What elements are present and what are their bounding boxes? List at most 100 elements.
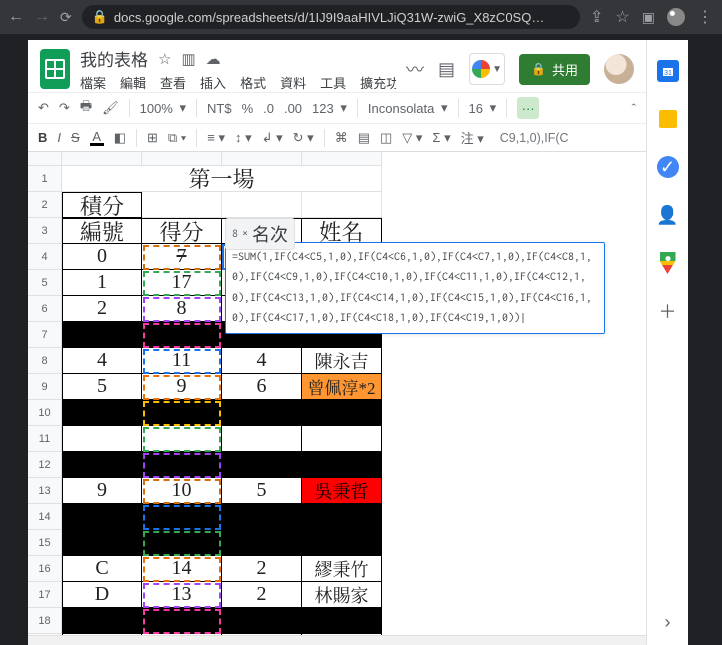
font-select[interactable]: Inconsolata ▾	[368, 100, 448, 116]
reload-button[interactable]: ⟳	[60, 9, 72, 26]
cell[interactable]: 11	[142, 348, 222, 374]
formula-editor-popup[interactable]: =SUM(1,IF(C4<C5,1,0),IF(C4<C6,1,0),IF(C4…	[225, 242, 605, 334]
cell[interactable]: 曾佩淳*2	[302, 374, 382, 400]
sheets-logo-icon[interactable]	[40, 49, 70, 89]
cell[interactable]	[62, 634, 142, 635]
cell[interactable]: 得分	[142, 218, 222, 244]
h-align-button[interactable]: ≡ ▾	[207, 130, 225, 146]
chart-button[interactable]: ◫	[380, 130, 392, 146]
cell[interactable]	[302, 504, 382, 530]
cell[interactable]	[62, 608, 142, 634]
cell[interactable]	[142, 426, 222, 452]
cell[interactable]: 8	[142, 296, 222, 322]
cell[interactable]	[222, 530, 302, 556]
row-header[interactable]: 9	[28, 374, 62, 400]
cell[interactable]: 13	[142, 582, 222, 608]
cell[interactable]: 4	[62, 348, 142, 374]
cell[interactable]: 林賜家	[302, 582, 382, 608]
cell[interactable]	[222, 400, 302, 426]
cell[interactable]	[302, 608, 382, 634]
v-align-button[interactable]: ↕ ▾	[235, 130, 252, 146]
rotate-button[interactable]: ↻ ▾	[293, 130, 314, 146]
menu-file[interactable]: 檔案	[80, 73, 106, 92]
cell[interactable]	[302, 452, 382, 478]
number-format-button[interactable]: 123 ▾	[312, 100, 347, 116]
cell[interactable]: 0	[62, 244, 142, 270]
cell[interactable]: 17	[142, 270, 222, 296]
collapse-rail-button[interactable]: ›	[657, 611, 679, 633]
menu-edit[interactable]: 編輯	[120, 73, 146, 92]
cell[interactable]	[222, 426, 302, 452]
cell[interactable]	[62, 504, 142, 530]
cell[interactable]: 9	[62, 478, 142, 504]
select-all-corner[interactable]	[28, 152, 62, 166]
share-button[interactable]: 🔒 共用	[519, 54, 590, 85]
row-header[interactable]: 12	[28, 452, 62, 478]
cell[interactable]: 姓名	[302, 218, 382, 244]
star-icon[interactable]: ☆	[158, 50, 171, 68]
translate-icon[interactable]: ⇪	[590, 7, 603, 27]
strike-button[interactable]: S	[71, 130, 80, 145]
percent-button[interactable]: %	[242, 101, 254, 116]
cell[interactable]: 5	[222, 478, 302, 504]
cell[interactable]: C	[62, 556, 142, 582]
back-button[interactable]: ←	[8, 8, 24, 26]
italic-button[interactable]: I	[57, 130, 61, 145]
cell[interactable]	[62, 426, 142, 452]
horizontal-scrollbar[interactable]	[28, 635, 646, 645]
cell[interactable]	[142, 530, 222, 556]
add-addon-button[interactable]: ＋	[657, 300, 679, 322]
cell[interactable]: 10	[142, 478, 222, 504]
cell[interactable]	[302, 634, 382, 635]
more-tools-button[interactable]: ···	[517, 97, 539, 119]
decrease-decimal-button[interactable]: .0	[263, 101, 274, 116]
account-avatar[interactable]	[604, 54, 634, 84]
row-header[interactable]: 14	[28, 504, 62, 530]
maps-icon[interactable]	[657, 252, 679, 274]
fill-color-button[interactable]: ◧	[114, 130, 126, 146]
row-header[interactable]: 1	[28, 166, 62, 192]
keep-icon[interactable]	[657, 108, 679, 130]
row-header[interactable]: 10	[28, 400, 62, 426]
menu-view[interactable]: 查看	[160, 73, 186, 92]
cell[interactable]	[302, 530, 382, 556]
cell[interactable]	[62, 400, 142, 426]
currency-button[interactable]: NT$	[207, 101, 232, 116]
cell[interactable]	[302, 426, 382, 452]
calendar-icon[interactable]: 31	[657, 60, 679, 82]
borders-button[interactable]: ⊞	[147, 130, 158, 146]
link-button[interactable]: ⌘	[335, 130, 348, 146]
cell[interactable]: 編號	[62, 218, 142, 244]
text-color-button[interactable]: A	[90, 130, 104, 146]
cell[interactable]	[62, 452, 142, 478]
menu-ext[interactable]: 擴充功能	[360, 73, 396, 92]
cell[interactable]: 14	[142, 556, 222, 582]
cell[interactable]	[302, 400, 382, 426]
cell[interactable]	[142, 400, 222, 426]
meet-button[interactable]: ▼	[469, 53, 505, 85]
cell[interactable]: 1	[62, 270, 142, 296]
row-header[interactable]: 2	[28, 192, 62, 218]
collapse-toolbar-button[interactable]: ˆ	[632, 101, 636, 116]
star-icon[interactable]: ☆	[615, 7, 629, 27]
undo-button[interactable]: ↶	[38, 100, 49, 116]
ime-button[interactable]: 注 ▾	[461, 128, 484, 147]
cell[interactable]: 7	[142, 244, 222, 270]
menu-tools[interactable]: 工具	[320, 73, 346, 92]
row-header[interactable]: 17	[28, 582, 62, 608]
cell[interactable]: D	[62, 582, 142, 608]
menu-data[interactable]: 資料	[280, 73, 306, 92]
row-header[interactable]: 6	[28, 296, 62, 322]
doc-title[interactable]: 我的表格	[80, 46, 148, 71]
extensions-icon[interactable]: ▣	[642, 9, 655, 26]
row-header[interactable]: 11	[28, 426, 62, 452]
increase-decimal-button[interactable]: .00	[284, 101, 302, 116]
cell[interactable]	[222, 504, 302, 530]
move-folder-icon[interactable]: ▥	[181, 50, 195, 68]
row-header[interactable]: 3	[28, 218, 62, 244]
cell[interactable]	[142, 322, 222, 348]
cell[interactable]	[302, 192, 382, 218]
cell[interactable]	[222, 634, 302, 635]
row-header[interactable]: 15	[28, 530, 62, 556]
cell[interactable]	[222, 192, 302, 218]
